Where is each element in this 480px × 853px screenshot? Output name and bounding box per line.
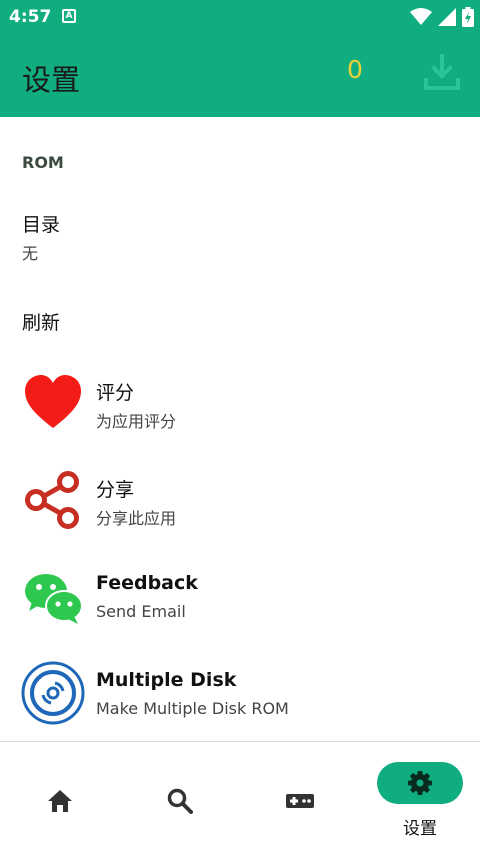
rate-title: 评分	[96, 382, 135, 404]
setting-rate[interactable]: 评分 为应用评分	[0, 360, 480, 450]
home-icon	[48, 790, 72, 812]
status-bar: 4:57 A	[0, 0, 480, 34]
signal-icon	[438, 8, 456, 26]
feedback-title: Feedback	[96, 572, 198, 594]
search-icon	[167, 788, 193, 814]
share-title: 分享	[96, 479, 135, 501]
rate-subtitle: 为应用评分	[96, 412, 177, 431]
setting-refresh[interactable]: 刷新	[0, 290, 480, 350]
download-count: 0	[347, 55, 363, 84]
page-title: 设置	[22, 63, 81, 97]
feedback-subtitle: Send Email	[96, 602, 186, 621]
multiple-disk-subtitle: Make Multiple Disk ROM	[96, 699, 289, 718]
setting-multiple-disk[interactable]: Multiple Disk Make Multiple Disk ROM	[0, 651, 480, 741]
gear-icon	[408, 771, 432, 795]
setting-share[interactable]: 分享 分享此应用	[0, 457, 480, 547]
gamepad-icon	[286, 794, 314, 808]
setting-feedback[interactable]: Feedback Send Email	[0, 554, 480, 644]
disk-icon	[21, 661, 85, 725]
refresh-title: 刷新	[22, 312, 61, 334]
notification-icon: A	[62, 9, 76, 23]
directory-value: 无	[22, 244, 39, 263]
download-icon[interactable]	[422, 52, 462, 92]
app-bar: 4:57 A 设置 0	[0, 0, 480, 117]
nav-settings-label: 设置	[403, 819, 437, 839]
battery-icon	[462, 7, 474, 27]
status-time: 4:57	[9, 7, 52, 27]
nav-games[interactable]	[240, 742, 360, 853]
directory-title: 目录	[22, 214, 61, 236]
wechat-icon	[25, 574, 83, 624]
multiple-disk-title: Multiple Disk	[96, 669, 237, 691]
wifi-icon	[410, 8, 432, 25]
setting-directory[interactable]: 目录 无	[0, 200, 480, 270]
section-header-rom: ROM	[22, 153, 64, 172]
share-icon	[25, 471, 79, 529]
nav-search[interactable]	[120, 742, 240, 853]
share-subtitle: 分享此应用	[96, 509, 177, 528]
heart-icon	[25, 375, 81, 428]
status-icons	[410, 6, 474, 28]
nav-home[interactable]	[0, 742, 120, 853]
